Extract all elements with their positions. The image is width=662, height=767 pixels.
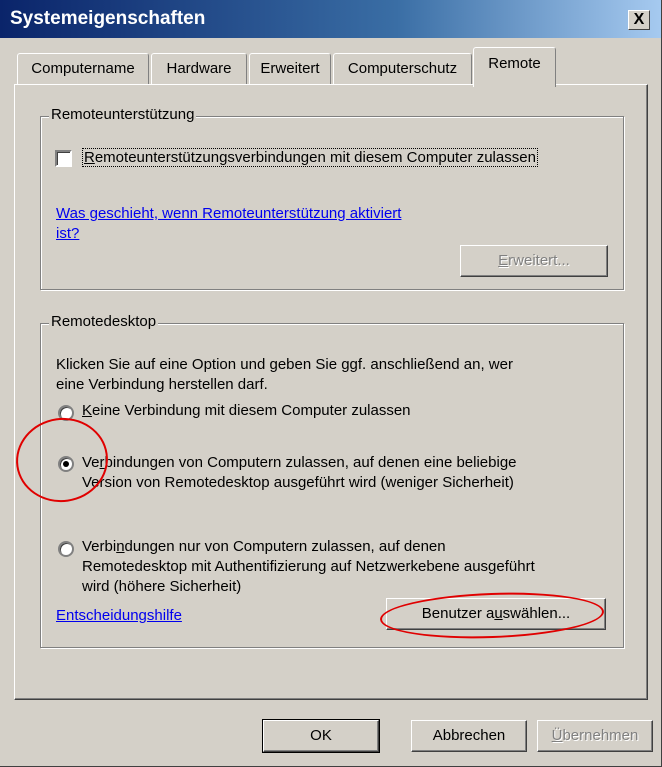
- button-label: OK: [310, 727, 332, 744]
- tab-label: Remote: [488, 55, 541, 72]
- remote-assistance-advanced-button[interactable]: Erweitert...: [460, 245, 608, 277]
- tab-label: Erweitert: [260, 60, 320, 77]
- mnemonic: K: [82, 402, 93, 419]
- tab-hardware[interactable]: Hardware: [151, 53, 247, 84]
- tab-remote[interactable]: Remote: [473, 47, 556, 87]
- tab-label: Computerschutz: [347, 60, 458, 77]
- remote-assistance-help-link-line2[interactable]: ist?: [56, 225, 79, 242]
- button-label: rweitert...: [508, 252, 570, 269]
- radio-any-version-label-line1[interactable]: Verbindungen von Computern zulassen, auf…: [82, 454, 517, 471]
- remote-assistance-help-link-line1[interactable]: Was geschieht, wenn Remoteunterstützung …: [56, 205, 401, 222]
- tab-erweitert[interactable]: Erweitert: [249, 53, 331, 84]
- title-bar[interactable]: Systemeigenschaften X: [0, 0, 661, 38]
- close-button[interactable]: X: [628, 10, 650, 30]
- system-properties-dialog: Systemeigenschaften X Computername Hardw…: [0, 0, 662, 767]
- apply-button[interactable]: Übernehmen: [537, 720, 653, 752]
- label-text: eine Verbindung mit diesem Computer zula…: [92, 402, 411, 419]
- radio-nla-only[interactable]: [58, 541, 74, 557]
- mnemonic: R: [84, 149, 95, 166]
- radio-nla-only-label-line3[interactable]: wird (höhere Sicherheit): [82, 578, 241, 595]
- cancel-button[interactable]: Abbrechen: [411, 720, 527, 752]
- decision-help-link[interactable]: Entscheidungshilfe: [56, 607, 182, 624]
- button-label: bernehmen: [562, 727, 639, 744]
- mnemonic: Ü: [551, 727, 563, 744]
- remote-desktop-intro-line1: Klicken Sie auf eine Option und geben Si…: [56, 356, 513, 373]
- tab-computername[interactable]: Computername: [17, 53, 149, 84]
- tab-computerschutz[interactable]: Computerschutz: [333, 53, 472, 84]
- radio-any-version-label-line2[interactable]: Version von Remotedesktop ausgeführt wir…: [82, 474, 514, 491]
- ok-button[interactable]: OK: [262, 719, 380, 753]
- close-icon: X: [633, 11, 645, 28]
- remote-desktop-intro-line2: eine Verbindung herstellen darf.: [56, 376, 268, 393]
- remote-assistance-checkbox-label[interactable]: Remoteunterstützungsverbindungen mit die…: [82, 148, 538, 167]
- mnemonic: E: [498, 252, 509, 269]
- mnemonic: n: [116, 538, 125, 555]
- label-text: emoteunterstützungsverbindungen mit dies…: [94, 149, 536, 166]
- label-text: Verbi: [82, 538, 117, 555]
- remote-desktop-group-label: Remotedesktop: [49, 313, 159, 330]
- remote-assistance-checkbox[interactable]: [55, 150, 72, 167]
- window-title: Systemeigenschaften: [10, 8, 206, 29]
- button-label: Abbrechen: [432, 727, 506, 744]
- radio-no-connection-label[interactable]: Keine Verbindung mit diesem Computer zul…: [82, 402, 411, 419]
- label-text: dungen nur von Computern zulassen, auf d…: [124, 538, 446, 555]
- tab-label: Computername: [31, 60, 135, 77]
- label-text: bindungen von Computern zulassen, auf de…: [104, 454, 517, 471]
- radio-nla-only-label-line1[interactable]: Verbindungen nur von Computern zulassen,…: [82, 538, 446, 555]
- remote-assistance-group-label: Remoteunterstützung: [49, 106, 197, 123]
- radio-nla-only-label-line2[interactable]: Remotedesktop mit Authentifizierung auf …: [82, 558, 535, 575]
- tab-label: Hardware: [166, 60, 232, 77]
